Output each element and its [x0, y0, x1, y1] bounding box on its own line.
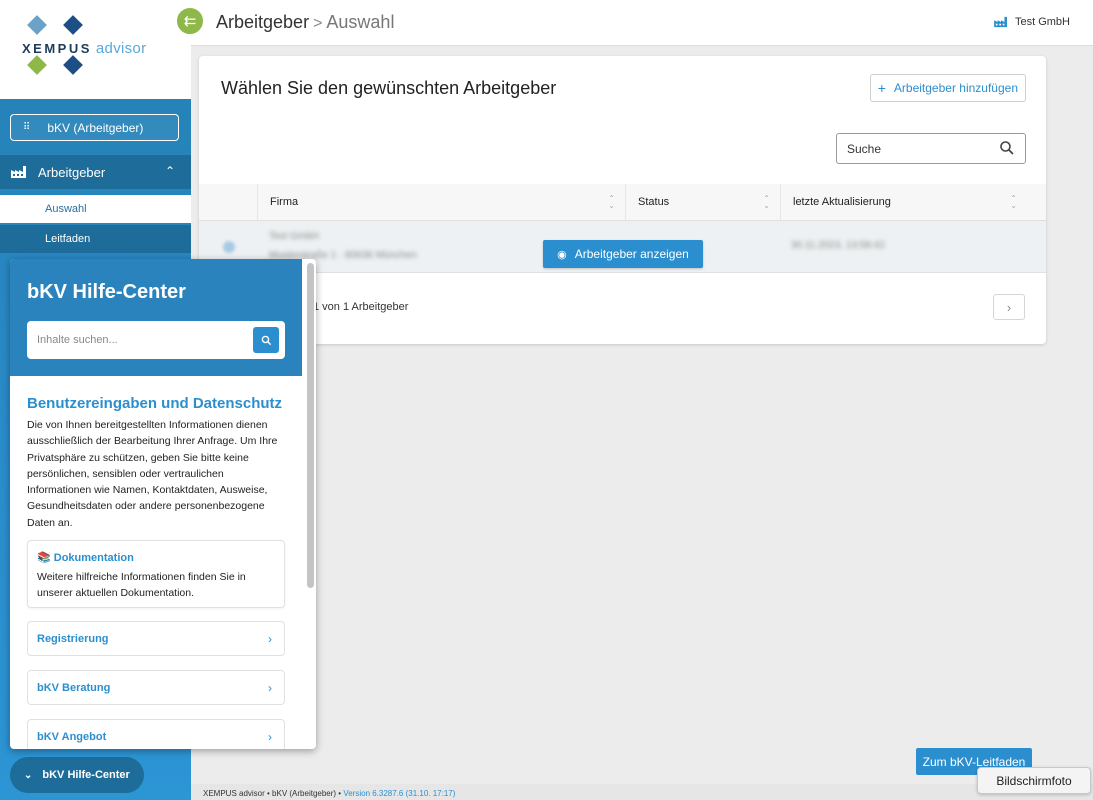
search-icon: [261, 335, 271, 345]
sidebar-group-arbeitgeber[interactable]: Arbeitgeber ⌃: [0, 155, 191, 189]
add-employer-label: Arbeitgeber hinzufügen: [893, 81, 1018, 95]
chevron-right-icon: ›: [1006, 299, 1012, 315]
chevron-down-icon: ⌄: [24, 769, 33, 781]
help-link-label: Registrierung: [37, 632, 109, 645]
sort-icon: ⌃ ⌄: [608, 194, 615, 210]
chevron-up-icon: ⌃: [164, 164, 175, 178]
screenshot-tooltip: Bildschirmfoto: [977, 767, 1091, 794]
documentation-heading: 📚 Dokumentation: [37, 551, 134, 564]
footer-version-link[interactable]: Version 6.3287.6 (31.10. 17:17): [343, 789, 455, 798]
table-header: Firma ⌃ ⌄ Status ⌃ ⌄ letzte Aktualisierung…: [199, 184, 1046, 220]
footer: XEMPUS advisor • bKV (Arbeitgeber) • Ver…: [191, 784, 1093, 800]
view-employer-label: Arbeitgeber anzeigen: [574, 247, 689, 261]
row-company-name: Test GmbH: [269, 231, 320, 242]
search-input-value: Suche: [847, 141, 882, 156]
privacy-heading: Benutzereingaben und Datenschutz: [27, 395, 283, 412]
chevron-right-icon: ›: [268, 730, 272, 744]
logo-brand: XEMPUS: [22, 41, 92, 56]
company-selector[interactable]: Test GmbH: [993, 16, 1070, 28]
collapse-arrow-icon: ⇇: [183, 13, 197, 30]
sidebar-group-label: Arbeitgeber: [38, 164, 106, 180]
eye-icon: ◉: [557, 248, 567, 261]
documentation-card[interactable]: 📚 Dokumentation Weitere hilfreiche Infor…: [27, 540, 285, 608]
help-center-panel: bKV Hilfe-Center Inhalte suchen... Benut…: [10, 259, 316, 749]
column-header-updated[interactable]: letzte Aktualisierung ⌃ ⌄: [780, 184, 1027, 220]
sidebar-collapse-button[interactable]: ⇇: [175, 6, 205, 36]
search-input[interactable]: Suche: [836, 133, 1026, 164]
factory-icon: [994, 16, 1007, 28]
row-radio[interactable]: [223, 241, 235, 253]
add-employer-button[interactable]: + Arbeitgeber hinzufügen: [869, 74, 1026, 102]
header: Arbeitgeber > Auswahl Test GmbH: [191, 0, 1093, 46]
help-link-bkv-beratung[interactable]: bKV Beratung ›: [27, 670, 285, 705]
logo[interactable]: XEMPUS advisor: [0, 0, 191, 99]
column-label: Firma: [270, 196, 299, 208]
tooltip-label: Bildschirmfoto: [996, 773, 1072, 788]
employer-selection-card: Wählen Sie den gewünschten Arbeitgeber +…: [199, 56, 1046, 344]
column-label: Status: [638, 196, 670, 208]
breadcrumb-current: Auswahl: [326, 12, 395, 32]
row-updated: 30.11.2023, 13:58:42: [791, 240, 885, 251]
privacy-text: Die von Ihnen bereitgestellten Informati…: [27, 419, 278, 529]
sidebar-item-label: Auswahl: [45, 203, 87, 215]
column-header-firma[interactable]: Firma ⌃ ⌄: [257, 184, 625, 220]
grid-icon: ⠿: [23, 122, 30, 133]
documentation-label: Dokumentation: [53, 552, 134, 564]
help-title: bKV Hilfe-Center: [27, 281, 186, 303]
logo-product: advisor: [95, 40, 147, 57]
footer-text: XEMPUS advisor • bKV (Arbeitgeber) •: [203, 789, 344, 798]
breadcrumb: Arbeitgeber > Auswahl: [216, 12, 394, 33]
sidebar-item-auswahl[interactable]: Auswahl: [0, 195, 191, 223]
sidebar-item-label: Leitfaden: [45, 233, 91, 245]
sort-icon: ⌃ ⌄: [763, 194, 770, 210]
help-link-bkv-angebot[interactable]: bKV Angebot ›: [27, 719, 285, 749]
sort-icon: ⌃ ⌄: [1010, 194, 1017, 210]
chevron-right-icon: ›: [268, 632, 272, 646]
pagination-info: 1 von 1 Arbeitgeber: [313, 301, 409, 313]
documentation-text: Weitere hilfreiche Informationen finden …: [37, 571, 246, 599]
column-label: letzte Aktualisierung: [793, 196, 891, 208]
company-name: Test GmbH: [1014, 16, 1070, 28]
chevron-right-icon: ›: [268, 681, 272, 695]
sidebar-item-leitfaden[interactable]: Leitfaden: [0, 225, 191, 253]
help-header: bKV Hilfe-Center Inhalte suchen...: [10, 259, 302, 376]
search-icon: [1000, 141, 1014, 155]
column-header-status[interactable]: Status ⌃ ⌄: [625, 184, 780, 220]
view-employer-button[interactable]: ◉ Arbeitgeber anzeigen: [543, 240, 703, 268]
plus-icon: +: [877, 80, 886, 96]
help-link-registrierung[interactable]: Registrierung ›: [27, 621, 285, 656]
breadcrumb-root[interactable]: Arbeitgeber: [216, 12, 309, 32]
help-search-button[interactable]: [253, 327, 279, 353]
page-title: Wählen Sie den gewünschten Arbeitgeber: [221, 78, 557, 98]
product-switch-button[interactable]: ⠿ bKV (Arbeitgeber): [10, 114, 179, 141]
help-search-input[interactable]: Inhalte suchen...: [27, 321, 285, 359]
breadcrumb-separator: >: [313, 15, 323, 32]
help-center-toggle[interactable]: ⌄ bKV Hilfe-Center: [10, 757, 144, 793]
help-link-label: bKV Beratung: [37, 681, 111, 694]
help-link-label: bKV Angebot: [37, 730, 107, 743]
help-toggle-label: bKV Hilfe-Center: [42, 769, 130, 781]
product-switch-label: bKV (Arbeitgeber): [47, 120, 144, 135]
pagination-next-button[interactable]: ›: [993, 294, 1025, 320]
logo-text: XEMPUS advisor: [22, 40, 146, 57]
factory-icon: [11, 166, 26, 178]
help-search-placeholder: Inhalte suchen...: [37, 334, 118, 346]
books-icon: 📚: [37, 552, 51, 564]
help-scrollbar[interactable]: [307, 263, 314, 588]
